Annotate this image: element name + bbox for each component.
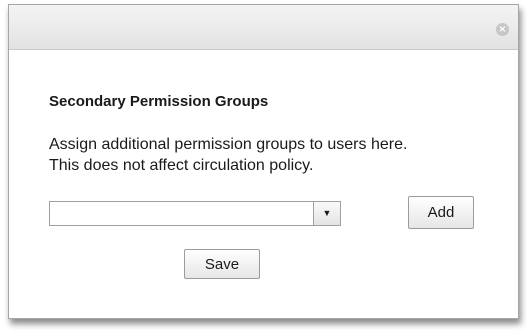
description-line: Assign additional permission groups to u… [49, 136, 408, 153]
chevron-down-icon[interactable]: ▼ [313, 202, 340, 225]
dialog-titlebar: × [9, 5, 518, 50]
close-icon[interactable]: × [496, 23, 509, 36]
description-line: This does not affect circulation policy. [49, 157, 314, 174]
permission-group-select[interactable]: ▼ [49, 201, 341, 226]
dialog-heading: Secondary Permission Groups [49, 93, 269, 110]
dialog-description: Assign additional permission groups to u… [49, 134, 509, 176]
save-button[interactable]: Save [184, 249, 260, 279]
add-button[interactable]: Add [408, 196, 474, 229]
permission-groups-dialog: × Secondary Permission Groups Assign add… [8, 4, 519, 319]
